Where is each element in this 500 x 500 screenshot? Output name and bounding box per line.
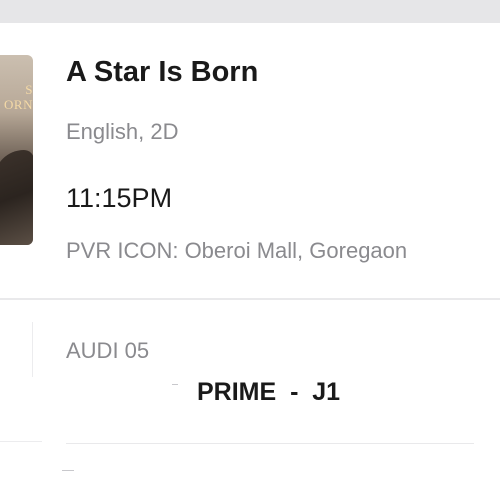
poster-figure <box>0 150 33 245</box>
movie-title: A Star Is Born <box>66 56 259 88</box>
stray-mark <box>62 470 74 471</box>
vertical-separator <box>32 322 33 377</box>
section-divider-left <box>0 441 42 442</box>
section-divider <box>0 298 500 300</box>
top-band <box>0 0 500 23</box>
show-time: 11:15PM <box>66 183 173 213</box>
audi-label: AUDI 05 <box>66 338 150 363</box>
seat-info: PRIME - J1 <box>197 378 341 406</box>
cinema-venue: PVR ICON: Oberoi Mall, Goregaon <box>66 238 408 263</box>
movie-poster[interactable]: S ORN <box>0 55 33 245</box>
stray-mark <box>172 384 178 385</box>
seat-divider <box>66 443 474 444</box>
poster-title-overlay: S ORN <box>4 82 33 112</box>
movie-language-format: English, 2D <box>66 119 179 144</box>
